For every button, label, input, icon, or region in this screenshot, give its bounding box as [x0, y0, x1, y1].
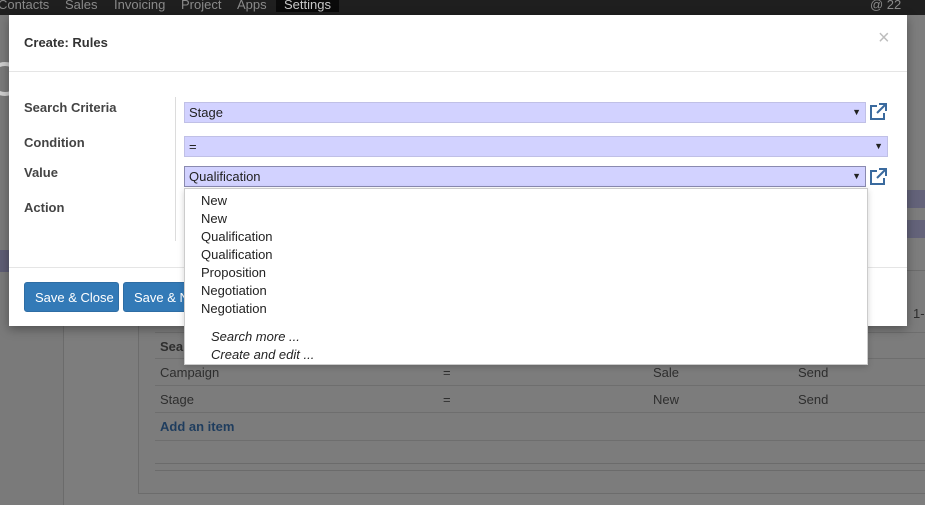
background-selected-marker	[0, 250, 9, 272]
dropdown-option[interactable]: Qualification	[201, 247, 273, 262]
dropdown-option[interactable]: Qualification	[201, 229, 273, 244]
add-item-row[interactable]: Add an item	[155, 412, 925, 441]
value-select[interactable]: Qualification ▼	[184, 166, 866, 187]
external-link-icon[interactable]	[868, 167, 888, 187]
dropdown-option[interactable]: New	[201, 193, 227, 208]
search-criteria-label: Search Criteria	[24, 100, 117, 115]
background-divider	[155, 463, 925, 471]
dialog-header: Create: Rules ×	[9, 15, 907, 72]
create-and-edit-option[interactable]: Create and edit ...	[211, 347, 314, 362]
add-item-link[interactable]: Add an item	[160, 419, 234, 434]
nav-settings[interactable]: Settings	[276, 0, 339, 12]
caret-down-icon[interactable]: ▼	[852, 171, 861, 181]
condition-label: Condition	[24, 135, 85, 150]
nav-sales[interactable]: Sales	[65, 0, 98, 12]
dropdown-option[interactable]: Negotiation	[201, 283, 267, 298]
close-icon[interactable]: ×	[878, 28, 890, 48]
save-new-button[interactable]: Save & New	[123, 282, 193, 312]
form-divider	[175, 97, 176, 241]
value-autocomplete-dropdown: New New Qualification Qualification Prop…	[184, 188, 868, 365]
search-more-option[interactable]: Search more ...	[211, 329, 300, 344]
dropdown-option[interactable]: New	[201, 211, 227, 226]
nav-invoicing[interactable]: Invoicing	[114, 0, 165, 12]
caret-down-icon[interactable]: ▼	[852, 107, 861, 117]
nav-messages-count[interactable]: @ 22	[870, 0, 901, 12]
action-label: Action	[24, 200, 65, 215]
condition-select[interactable]: = ▼	[184, 136, 888, 157]
nav-project[interactable]: Project	[181, 0, 221, 12]
top-navbar: Contacts Sales Invoicing Project Apps Se…	[0, 0, 925, 15]
dropdown-option[interactable]: Proposition	[201, 265, 266, 280]
nav-contacts[interactable]: Contacts	[0, 0, 49, 12]
save-close-button[interactable]: Save & Close	[24, 282, 119, 312]
search-criteria-select[interactable]: Stage ▼	[184, 102, 866, 123]
dropdown-option[interactable]: Negotiation	[201, 301, 267, 316]
nav-apps[interactable]: Apps	[237, 0, 267, 12]
table-row[interactable]: Stage = New Send	[155, 385, 925, 412]
external-link-icon[interactable]	[868, 102, 888, 122]
value-label: Value	[24, 165, 58, 180]
caret-down-icon[interactable]: ▼	[874, 141, 883, 151]
dialog-title: Create: Rules	[24, 35, 108, 50]
background-pager: 1-	[913, 306, 925, 321]
